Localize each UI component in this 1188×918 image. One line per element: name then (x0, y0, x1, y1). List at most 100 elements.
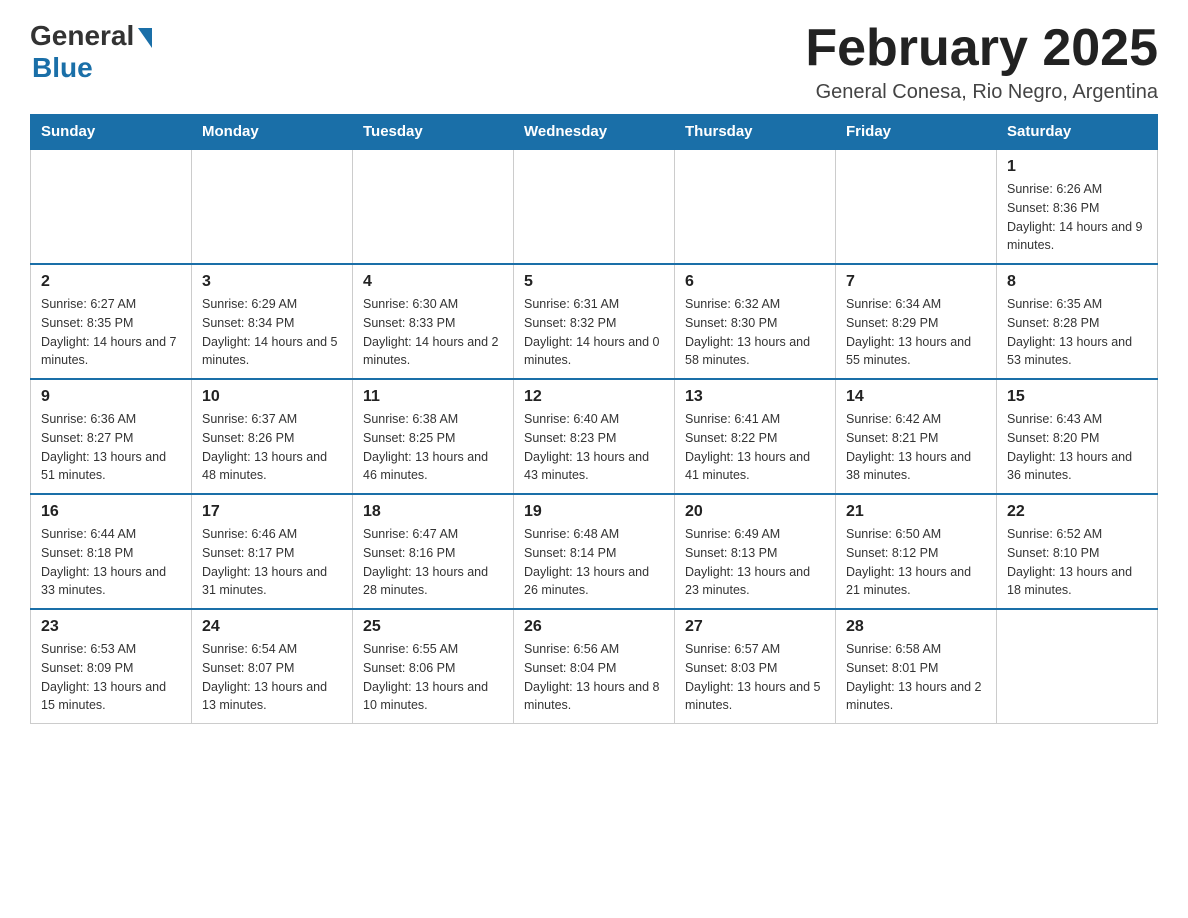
table-row (514, 149, 675, 264)
table-row: 21 Sunrise: 6:50 AMSunset: 8:12 PMDayligh… (836, 494, 997, 609)
table-row: 22 Sunrise: 6:52 AMSunset: 8:10 PMDayligh… (997, 494, 1158, 609)
day-number: 24 (202, 618, 342, 636)
week-row-1: 1 Sunrise: 6:26 AMSunset: 8:36 PMDaylight… (31, 149, 1158, 264)
day-number: 1 (1007, 158, 1147, 176)
day-info: Sunrise: 6:52 AMSunset: 8:10 PMDaylight:… (1007, 525, 1147, 600)
day-info: Sunrise: 6:26 AMSunset: 8:36 PMDaylight:… (1007, 180, 1147, 255)
day-info: Sunrise: 6:27 AMSunset: 8:35 PMDaylight:… (41, 295, 181, 370)
day-info: Sunrise: 6:47 AMSunset: 8:16 PMDaylight:… (363, 525, 503, 600)
day-number: 19 (524, 503, 664, 521)
col-saturday: Saturday (997, 115, 1158, 150)
table-row: 7Sunrise: 6:34 AMSunset: 8:29 PMDaylight… (836, 264, 997, 379)
day-number: 14 (846, 388, 986, 406)
table-row: 10 Sunrise: 6:37 AMSunset: 8:26 PMDayligh… (192, 379, 353, 494)
day-number: 27 (685, 618, 825, 636)
logo-general-text: General (30, 20, 134, 52)
day-info: Sunrise: 6:40 AMSunset: 8:23 PMDaylight:… (524, 410, 664, 485)
day-number: 16 (41, 503, 181, 521)
day-number: 11 (363, 388, 503, 406)
day-info: Sunrise: 6:37 AMSunset: 8:26 PMDaylight:… (202, 410, 342, 485)
day-number: 4 (363, 273, 503, 291)
table-row: 12 Sunrise: 6:40 AMSunset: 8:23 PMDayligh… (514, 379, 675, 494)
day-number: 13 (685, 388, 825, 406)
day-info: Sunrise: 6:30 AMSunset: 8:33 PMDaylight:… (363, 295, 503, 370)
page-header: General Blue February 2025 General Cones… (30, 20, 1158, 104)
col-sunday: Sunday (31, 115, 192, 150)
logo-arrow-icon (138, 28, 152, 48)
table-row (675, 149, 836, 264)
day-number: 23 (41, 618, 181, 636)
day-number: 6 (685, 273, 825, 291)
table-row: 23 Sunrise: 6:53 AMSunset: 8:09 PMDayligh… (31, 609, 192, 724)
table-row: 11 Sunrise: 6:38 AMSunset: 8:25 PMDayligh… (353, 379, 514, 494)
table-row: 3 Sunrise: 6:29 AMSunset: 8:34 PMDaylight… (192, 264, 353, 379)
day-number: 12 (524, 388, 664, 406)
week-row-2: 2 Sunrise: 6:27 AMSunset: 8:35 PMDaylight… (31, 264, 1158, 379)
day-info: Sunrise: 6:56 AMSunset: 8:04 PMDaylight:… (524, 640, 664, 715)
day-info: Sunrise: 6:34 AMSunset: 8:29 PMDaylight:… (846, 295, 986, 370)
table-row: 13 Sunrise: 6:41 AMSunset: 8:22 PMDayligh… (675, 379, 836, 494)
day-info: Sunrise: 6:49 AMSunset: 8:13 PMDaylight:… (685, 525, 825, 600)
table-row: 19Sunrise: 6:48 AMSunset: 8:14 PMDayligh… (514, 494, 675, 609)
day-info: Sunrise: 6:31 AMSunset: 8:32 PMDaylight:… (524, 295, 664, 370)
table-row: 15 Sunrise: 6:43 AMSunset: 8:20 PMDayligh… (997, 379, 1158, 494)
title-block: February 2025 General Conesa, Rio Negro,… (805, 20, 1158, 104)
day-number: 3 (202, 273, 342, 291)
table-row: 1 Sunrise: 6:26 AMSunset: 8:36 PMDaylight… (997, 149, 1158, 264)
day-number: 15 (1007, 388, 1147, 406)
day-number: 26 (524, 618, 664, 636)
day-info: Sunrise: 6:57 AMSunset: 8:03 PMDaylight:… (685, 640, 825, 715)
table-row: 18Sunrise: 6:47 AMSunset: 8:16 PMDayligh… (353, 494, 514, 609)
day-info: Sunrise: 6:35 AMSunset: 8:28 PMDaylight:… (1007, 295, 1147, 370)
day-number: 8 (1007, 273, 1147, 291)
location-subtitle: General Conesa, Rio Negro, Argentina (805, 81, 1158, 104)
logo: General Blue (30, 20, 152, 84)
logo-blue-text: Blue (32, 52, 93, 84)
table-row (31, 149, 192, 264)
day-number: 22 (1007, 503, 1147, 521)
table-row: 28 Sunrise: 6:58 AMSunset: 8:01 PMDayligh… (836, 609, 997, 724)
day-info: Sunrise: 6:42 AMSunset: 8:21 PMDaylight:… (846, 410, 986, 485)
day-info: Sunrise: 6:55 AMSunset: 8:06 PMDaylight:… (363, 640, 503, 715)
day-number: 9 (41, 388, 181, 406)
day-info: Sunrise: 6:53 AMSunset: 8:09 PMDaylight:… (41, 640, 181, 715)
col-friday: Friday (836, 115, 997, 150)
table-row: 25 Sunrise: 6:55 AMSunset: 8:06 PMDayligh… (353, 609, 514, 724)
day-number: 20 (685, 503, 825, 521)
col-monday: Monday (192, 115, 353, 150)
day-number: 28 (846, 618, 986, 636)
logo-top: General (30, 20, 152, 52)
week-row-4: 16 Sunrise: 6:44 AMSunset: 8:18 PMDayligh… (31, 494, 1158, 609)
day-info: Sunrise: 6:43 AMSunset: 8:20 PMDaylight:… (1007, 410, 1147, 485)
col-tuesday: Tuesday (353, 115, 514, 150)
table-row: 2 Sunrise: 6:27 AMSunset: 8:35 PMDaylight… (31, 264, 192, 379)
day-number: 21 (846, 503, 986, 521)
day-info: Sunrise: 6:54 AMSunset: 8:07 PMDaylight:… (202, 640, 342, 715)
table-row: 14 Sunrise: 6:42 AMSunset: 8:21 PMDayligh… (836, 379, 997, 494)
table-row: 8 Sunrise: 6:35 AMSunset: 8:28 PMDaylight… (997, 264, 1158, 379)
day-info: Sunrise: 6:50 AMSunset: 8:12 PMDaylight:… (846, 525, 986, 600)
table-row: 17Sunrise: 6:46 AMSunset: 8:17 PMDayligh… (192, 494, 353, 609)
table-row: 26 Sunrise: 6:56 AMSunset: 8:04 PMDayligh… (514, 609, 675, 724)
table-row (353, 149, 514, 264)
table-row (192, 149, 353, 264)
col-thursday: Thursday (675, 115, 836, 150)
day-number: 25 (363, 618, 503, 636)
day-info: Sunrise: 6:29 AMSunset: 8:34 PMDaylight:… (202, 295, 342, 370)
table-row: 24 Sunrise: 6:54 AMSunset: 8:07 PMDayligh… (192, 609, 353, 724)
day-info: Sunrise: 6:32 AMSunset: 8:30 PMDaylight:… (685, 295, 825, 370)
col-wednesday: Wednesday (514, 115, 675, 150)
calendar-table: Sunday Monday Tuesday Wednesday Thursday… (30, 114, 1158, 724)
table-row: 16 Sunrise: 6:44 AMSunset: 8:18 PMDayligh… (31, 494, 192, 609)
day-info: Sunrise: 6:38 AMSunset: 8:25 PMDaylight:… (363, 410, 503, 485)
table-row: 27 Sunrise: 6:57 AMSunset: 8:03 PMDayligh… (675, 609, 836, 724)
day-number: 10 (202, 388, 342, 406)
day-info: Sunrise: 6:41 AMSunset: 8:22 PMDaylight:… (685, 410, 825, 485)
day-info: Sunrise: 6:44 AMSunset: 8:18 PMDaylight:… (41, 525, 181, 600)
calendar-header-row: Sunday Monday Tuesday Wednesday Thursday… (31, 115, 1158, 150)
day-number: 2 (41, 273, 181, 291)
table-row: 5 Sunrise: 6:31 AMSunset: 8:32 PMDaylight… (514, 264, 675, 379)
day-info: Sunrise: 6:58 AMSunset: 8:01 PMDaylight:… (846, 640, 986, 715)
week-row-5: 23 Sunrise: 6:53 AMSunset: 8:09 PMDayligh… (31, 609, 1158, 724)
day-number: 5 (524, 273, 664, 291)
